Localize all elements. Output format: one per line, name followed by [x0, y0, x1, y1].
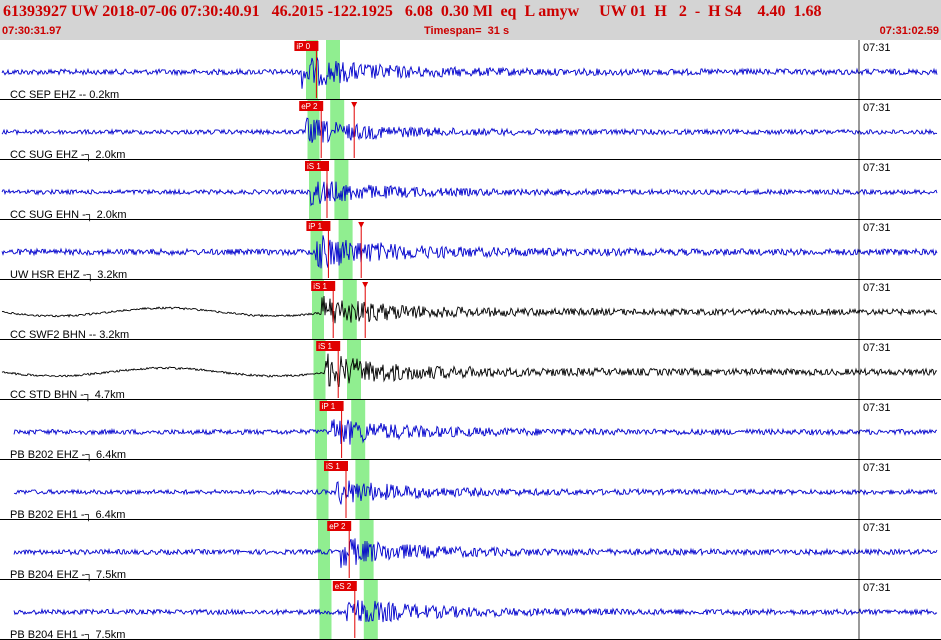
event-summary-title: 61393927 UW 2018-07-06 07:30:40.91 46.20… — [3, 3, 822, 20]
header-bar: 61393927 UW 2018-07-06 07:30:40.91 46.20… — [0, 0, 941, 40]
trace-row[interactable]: iP 1 07:31 PB B202 EHZ -┐ 6.4km — [0, 400, 941, 462]
station-label: UW HSR EHZ -┐ 3.2km — [10, 269, 127, 282]
waveform-trace — [1, 353, 938, 387]
waveform-trace — [1, 235, 938, 269]
minute-tick-label: 07:31 — [863, 282, 891, 294]
station-label: PB B202 EHZ -┐ 6.4km — [10, 449, 126, 462]
trace-row[interactable]: iS 1 07:31 CC STD BHN -┐ 4.7km — [0, 340, 941, 402]
waveform-trace — [1, 181, 938, 207]
trace-row[interactable]: iP 1 07:31 UW HSR EHZ -┐ 3.2km — [0, 220, 941, 282]
s-window-band — [338, 220, 353, 280]
minute-tick-label: 07:31 — [863, 42, 891, 54]
pick-label: iP 0 — [296, 42, 310, 51]
waveform-trace — [13, 538, 938, 568]
trace-row[interactable]: iS 1 07:31 CC SUG EHN -┐ 2.0km — [0, 160, 941, 222]
pick-label: iS 1 — [318, 342, 332, 351]
pick-label: iS 1 — [326, 462, 340, 471]
trace-row[interactable]: iP 0 07:31CC SEP EHZ -- 0.2km — [0, 40, 941, 101]
waveform-trace — [1, 117, 938, 144]
waveform-trace — [1, 295, 938, 324]
pick-label: eP 2 — [329, 522, 346, 531]
pick-label: eS 2 — [335, 582, 352, 591]
minute-tick-label: 07:31 — [863, 222, 891, 234]
s-window-band — [363, 580, 378, 640]
trace-row[interactable]: iS 1 07:31CC SWF2 BHN -- 3.2km — [0, 280, 941, 341]
minute-tick-label: 07:31 — [863, 162, 891, 174]
station-label: CC SUG EHN -┐ 2.0km — [10, 209, 127, 222]
p-window-band — [319, 580, 332, 640]
pick-label: eP 2 — [301, 102, 318, 111]
start-time-label: 07:30:31.97 — [2, 25, 62, 37]
minute-tick-label: 07:31 — [863, 462, 891, 474]
waveform-trace — [13, 480, 938, 505]
pick-label: iP 1 — [322, 402, 336, 411]
waveform-trace — [13, 419, 938, 445]
station-label: PB B204 EHZ -┐ 7.5km — [10, 569, 126, 582]
end-time-label: 07:31:02.59 — [879, 25, 939, 37]
minute-tick-label: 07:31 — [863, 522, 891, 534]
trace-row[interactable]: eP 2 07:31 CC SUG EHZ -┐ 2.0km — [0, 100, 941, 162]
minute-tick-label: 07:31 — [863, 342, 891, 354]
station-label: PB B204 EH1 -┐ 7.5km — [10, 629, 125, 640]
pick-label: iP 1 — [308, 222, 322, 231]
minute-tick-label: 07:31 — [863, 102, 891, 114]
pick-label: iS 1 — [307, 162, 321, 171]
timespan-label: Timespan= 31 s — [424, 25, 510, 37]
minute-tick-label: 07:31 — [863, 582, 891, 594]
station-label: CC STD BHN -┐ 4.7km — [10, 389, 125, 402]
station-label: CC SUG EHZ -┐ 2.0km — [10, 149, 125, 162]
pick-label: iS 1 — [313, 282, 327, 291]
station-label: PB B202 EH1 -┐ 6.4km — [10, 509, 125, 522]
minute-tick-label: 07:31 — [863, 402, 891, 414]
waveform-trace — [1, 57, 938, 89]
seismogram-panel[interactable]: iP 0 07:31CC SEP EHZ -- 0.2kmeP 2 07:31CC … — [0, 40, 941, 640]
trace-row[interactable]: iS 1 07:31 PB B202 EH1 -┐ 6.4km — [0, 460, 941, 522]
waveform-trace — [13, 600, 938, 623]
trace-row[interactable]: eS 2 07:31 PB B204 EH1 -┐ 7.5km — [0, 580, 941, 640]
trace-row[interactable]: eP 2 07:31 PB B204 EHZ -┐ 7.5km — [0, 520, 941, 582]
